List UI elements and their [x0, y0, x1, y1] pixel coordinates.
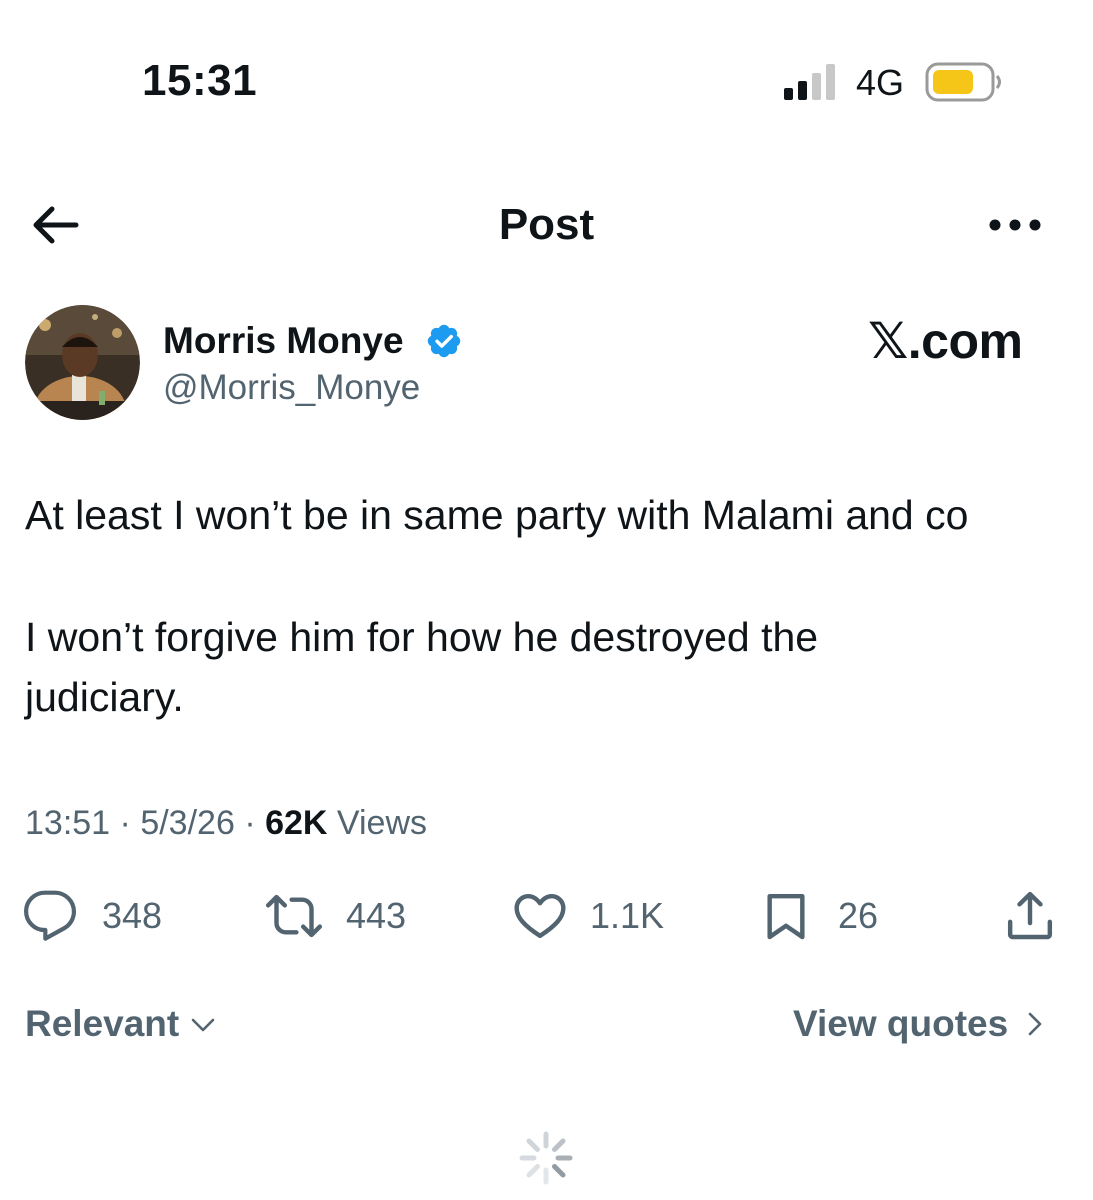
bookmark-button[interactable]: 26: [758, 888, 878, 944]
like-button[interactable]: 1.1K: [512, 888, 664, 944]
post-meta: 13:51 · 5/3/26 · 62K Views: [25, 804, 427, 843]
post-text-line: At least I won’t be in same party with M…: [25, 492, 969, 538]
like-count: 1.1K: [590, 895, 665, 936]
views-label: Views: [336, 804, 428, 842]
avatar[interactable]: [25, 305, 140, 420]
separator: ·: [119, 804, 131, 842]
share-icon: [1007, 891, 1053, 940]
network-type: 4G: [856, 62, 905, 103]
reply-count: 348: [102, 895, 163, 936]
x-watermark: 𝕏.com: [868, 313, 1023, 369]
spinner-icon: [519, 1131, 573, 1185]
reply-button[interactable]: 348: [22, 888, 162, 944]
view-quotes-link[interactable]: View quotes: [793, 1003, 1050, 1045]
verified-icon: [427, 324, 461, 358]
chevron-right-icon: [1028, 1012, 1042, 1036]
author-name[interactable]: Morris Monye: [163, 320, 404, 362]
signal-icon: [784, 64, 835, 100]
bookmark-count: 26: [838, 895, 879, 936]
view-quotes-label: View quotes: [793, 1003, 1009, 1044]
battery-icon: [925, 62, 1001, 102]
chevron-down-icon: [191, 1018, 215, 1032]
sort-label: Relevant: [25, 1003, 180, 1044]
post-date[interactable]: 5/3/26: [140, 804, 235, 842]
sort-dropdown[interactable]: Relevant: [25, 1003, 219, 1045]
post-text-line: I won’t forgive him for how he destroyed…: [25, 614, 819, 660]
separator: ·: [244, 804, 256, 842]
like-icon: [514, 893, 566, 939]
more-icon[interactable]: [985, 210, 1045, 240]
post-time[interactable]: 13:51: [25, 804, 110, 842]
repost-icon: [266, 894, 322, 938]
repost-button[interactable]: 443: [266, 888, 406, 944]
author-handle[interactable]: @Morris_Monye: [163, 368, 420, 408]
page-title: Post: [498, 200, 595, 249]
repost-count: 443: [346, 895, 407, 936]
share-button[interactable]: [1002, 888, 1058, 944]
bookmark-icon: [767, 893, 805, 940]
views-count: 62K: [265, 804, 328, 842]
status-time: 15:31: [142, 56, 258, 105]
post-text-line: judiciary.: [25, 674, 184, 720]
reply-icon: [23, 890, 77, 941]
